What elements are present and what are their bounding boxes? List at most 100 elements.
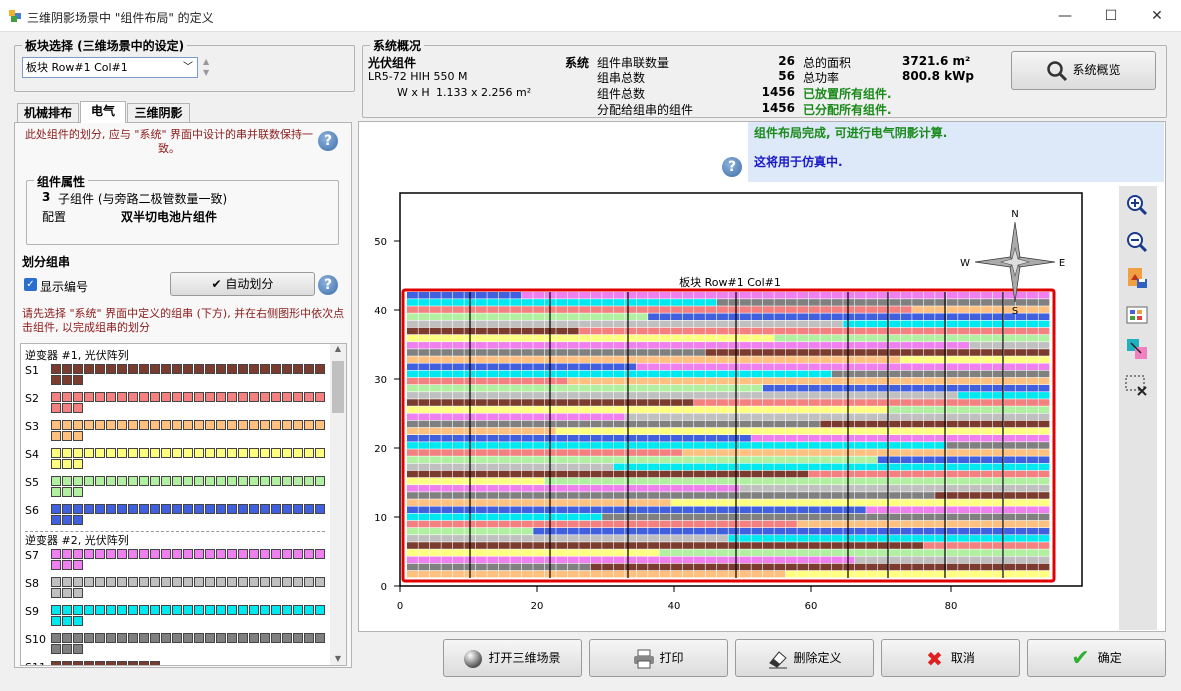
pv-module[interactable] — [992, 499, 1004, 506]
pv-module[interactable] — [625, 527, 637, 535]
pv-module[interactable] — [590, 506, 602, 514]
pv-module[interactable] — [866, 556, 878, 564]
pv-module[interactable] — [820, 520, 832, 528]
pv-module[interactable] — [671, 442, 682, 449]
pv-module[interactable] — [1038, 556, 1050, 564]
pv-module[interactable] — [694, 413, 705, 421]
pv-module[interactable] — [1015, 420, 1027, 428]
pv-module[interactable] — [958, 370, 970, 378]
pv-module[interactable] — [475, 420, 487, 428]
pv-module[interactable] — [648, 535, 660, 542]
pv-module[interactable] — [992, 535, 1004, 542]
pv-module[interactable] — [705, 292, 717, 299]
pv-module[interactable] — [671, 399, 682, 406]
pv-module[interactable] — [602, 384, 614, 392]
pv-module[interactable] — [969, 477, 981, 485]
pv-module[interactable] — [717, 384, 728, 392]
pv-module[interactable] — [705, 520, 717, 528]
pv-module[interactable] — [429, 470, 441, 478]
pv-module[interactable] — [739, 334, 751, 342]
pv-module[interactable] — [636, 549, 648, 556]
pv-module[interactable] — [728, 363, 740, 371]
pv-module[interactable] — [441, 513, 453, 521]
pv-module[interactable] — [521, 413, 533, 421]
pv-module[interactable] — [567, 384, 579, 392]
pv-module[interactable] — [407, 399, 418, 406]
pv-module[interactable] — [854, 292, 866, 299]
pv-module[interactable] — [992, 527, 1004, 535]
pv-module[interactable] — [579, 449, 591, 456]
pv-module[interactable] — [831, 477, 843, 485]
pv-module[interactable] — [958, 427, 970, 435]
pv-module[interactable] — [648, 327, 660, 335]
minimize-button[interactable]: — — [1042, 0, 1088, 32]
pv-module[interactable] — [1038, 513, 1050, 521]
pv-module[interactable] — [441, 392, 453, 399]
pv-module[interactable] — [1015, 549, 1027, 556]
resize-icon[interactable] — [1124, 336, 1150, 362]
pv-module[interactable] — [739, 527, 751, 535]
pv-module[interactable] — [923, 363, 935, 371]
pv-module[interactable] — [625, 542, 637, 549]
pv-module[interactable] — [889, 477, 901, 485]
pv-module[interactable] — [671, 449, 682, 456]
pv-module[interactable] — [441, 456, 453, 463]
pv-module[interactable] — [889, 485, 901, 492]
pv-module[interactable] — [923, 292, 935, 299]
pv-module[interactable] — [613, 363, 625, 371]
pv-module[interactable] — [418, 506, 430, 514]
pv-module[interactable] — [820, 513, 832, 521]
pv-module[interactable] — [429, 399, 441, 406]
pv-module[interactable] — [889, 535, 901, 542]
pv-module[interactable] — [774, 306, 786, 313]
pv-module[interactable] — [1027, 349, 1038, 356]
pv-module[interactable] — [556, 549, 568, 556]
pv-module[interactable] — [762, 363, 774, 371]
pv-module[interactable] — [659, 435, 671, 442]
pv-module[interactable] — [877, 492, 889, 499]
pv-module[interactable] — [441, 492, 453, 499]
pv-module[interactable] — [1038, 535, 1050, 542]
pv-module[interactable] — [854, 370, 866, 378]
help-icon[interactable]: ? — [318, 131, 338, 151]
pv-module[interactable] — [785, 392, 797, 399]
pv-module[interactable] — [407, 470, 418, 478]
pv-module[interactable] — [981, 363, 992, 371]
pv-module[interactable] — [625, 327, 637, 335]
pv-module[interactable] — [510, 327, 522, 335]
pv-module[interactable] — [636, 535, 648, 542]
pv-module[interactable] — [946, 456, 958, 463]
pv-module[interactable] — [717, 356, 728, 363]
pv-module[interactable] — [900, 463, 912, 471]
pv-module[interactable] — [429, 527, 441, 535]
pv-module[interactable] — [498, 485, 510, 492]
pv-module[interactable] — [694, 542, 705, 549]
pv-module[interactable] — [1004, 299, 1015, 306]
pv-module[interactable] — [625, 570, 637, 578]
pv-module[interactable] — [877, 556, 889, 564]
pv-module[interactable] — [969, 320, 981, 328]
pv-module[interactable] — [774, 513, 786, 521]
pv-module[interactable] — [728, 420, 740, 428]
pv-module[interactable] — [797, 327, 809, 335]
pv-module[interactable] — [912, 306, 924, 313]
pv-module[interactable] — [866, 477, 878, 485]
pv-module[interactable] — [705, 549, 717, 556]
pv-module[interactable] — [510, 334, 522, 342]
pv-module[interactable] — [1004, 456, 1015, 463]
pv-module[interactable] — [946, 349, 958, 356]
pv-module[interactable] — [969, 556, 981, 564]
pv-module[interactable] — [498, 327, 510, 335]
pv-module[interactable] — [533, 327, 545, 335]
pv-module[interactable] — [705, 356, 717, 363]
pv-module[interactable] — [613, 477, 625, 485]
pv-module[interactable] — [958, 527, 970, 535]
pv-module[interactable] — [659, 320, 671, 328]
pv-module[interactable] — [475, 356, 487, 363]
pv-module[interactable] — [751, 449, 763, 456]
pv-module[interactable] — [590, 477, 602, 485]
pv-module[interactable] — [407, 527, 418, 535]
pv-module[interactable] — [613, 563, 625, 571]
pv-module[interactable] — [671, 327, 682, 335]
pv-module[interactable] — [831, 313, 843, 320]
